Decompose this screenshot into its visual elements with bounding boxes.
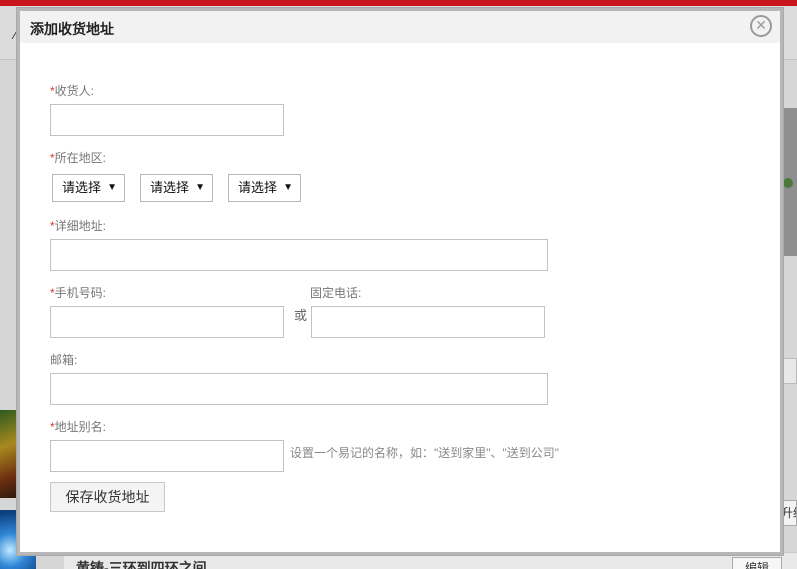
phone-input[interactable] <box>311 306 545 338</box>
or-separator: 或 <box>294 308 308 323</box>
dialog-title: 添加收货地址 <box>30 21 114 37</box>
city-select-value: 请选择 <box>150 180 190 195</box>
city-select[interactable]: 请选择 ▼ <box>140 174 213 202</box>
receiver-input[interactable] <box>50 104 284 136</box>
receiver-label: *收货人: <box>50 84 95 98</box>
chevron-down-icon: ▼ <box>195 182 205 193</box>
alias-input[interactable] <box>50 440 284 472</box>
district-select-value: 请选择 <box>238 180 278 195</box>
address-input[interactable] <box>50 239 548 271</box>
address-row-title: 黄铸-三环到四环之间 <box>76 560 207 569</box>
province-select-value: 请选择 <box>62 180 102 195</box>
email-label: 邮箱: <box>50 353 78 367</box>
mobile-label: *手机号码: <box>50 286 107 300</box>
province-select[interactable]: 请选择 ▼ <box>52 174 125 202</box>
add-address-dialog: 添加收货地址 ✕ *收货人: *所在地区: 请选择 ▼ 请选择 ▼ 请选择 ▼ … <box>17 8 783 555</box>
side-banner-image <box>781 108 797 256</box>
email-input[interactable] <box>50 373 548 405</box>
district-select[interactable]: 请选择 ▼ <box>228 174 301 202</box>
address-label: *详细地址: <box>50 219 107 233</box>
phone-label: 固定电话: <box>310 286 362 300</box>
chevron-down-icon: ▼ <box>283 182 293 193</box>
edit-button: 编辑 <box>732 557 782 569</box>
close-icon[interactable]: ✕ <box>750 15 772 37</box>
chevron-down-icon: ▼ <box>107 182 117 193</box>
header-mark: ⁄ <box>14 28 17 42</box>
save-address-button[interactable]: 保存收货地址 <box>50 482 165 512</box>
region-label: *所在地区: <box>50 151 107 165</box>
alias-hint: 设置一个易记的名称，如："送到家里"、"送到公司" <box>290 446 560 460</box>
mobile-input[interactable] <box>50 306 284 338</box>
alias-label: *地址别名: <box>50 420 107 434</box>
dialog-header: 添加收货地址 ✕ <box>20 11 780 43</box>
